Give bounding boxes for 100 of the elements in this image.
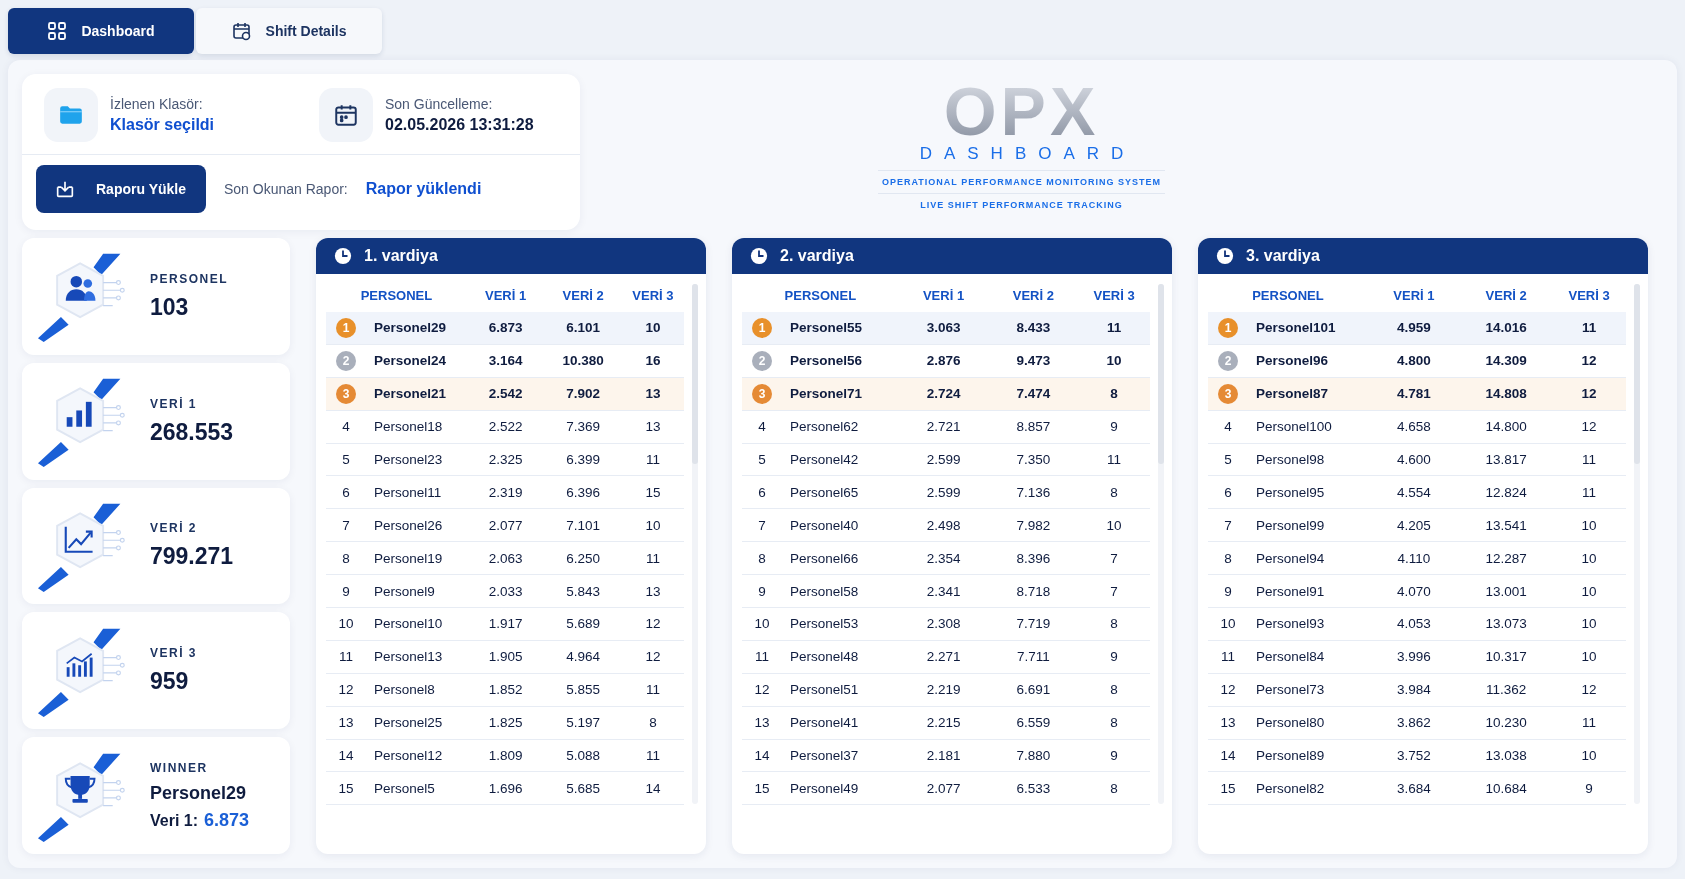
name-cell-text: Personel100 xyxy=(1255,419,1332,435)
folder-value: Klasör seçildi xyxy=(110,116,215,134)
table-cell: 9.473 xyxy=(1016,353,1051,369)
rank-cell: 15 xyxy=(338,780,354,796)
stat-value: 959 xyxy=(150,668,190,696)
name-cell-text: Personel24 xyxy=(373,353,447,369)
table-cell: 4.600 xyxy=(1397,452,1431,467)
upload-report-button[interactable]: Raporu Yükle xyxy=(36,165,206,213)
rank-cell: 10 xyxy=(754,616,770,632)
table-cell: 10 xyxy=(1581,616,1597,632)
rank-cell: 7 xyxy=(1224,517,1232,533)
rank-medal: 1 xyxy=(1218,317,1238,338)
name-cell-text: Personel26 xyxy=(373,517,443,533)
rank-cell: 7 xyxy=(758,517,766,533)
rank-cell: 11 xyxy=(755,649,769,665)
rank-cell: 15 xyxy=(754,780,770,796)
rank-cell: 11 xyxy=(339,649,353,665)
table-cell: 10 xyxy=(1581,748,1597,763)
table-cell: 14 xyxy=(645,780,661,796)
scrollbar[interactable] xyxy=(1634,284,1640,804)
table-cell: 6.533 xyxy=(1016,780,1051,796)
table-cell: 13.817 xyxy=(1485,452,1527,467)
table-cell: 13.073 xyxy=(1485,616,1527,632)
table-cell: 1.852 xyxy=(488,682,523,698)
table-cell: 5.685 xyxy=(566,780,601,796)
table-cell: 4.959 xyxy=(1397,320,1431,336)
name-cell-text: Personel37 xyxy=(789,748,859,763)
table-cell: 2.077 xyxy=(488,517,523,533)
table-cell: 8 xyxy=(1110,386,1118,402)
table-cell: 4.781 xyxy=(1397,386,1431,402)
name-cell-text: Personel5 xyxy=(373,780,435,796)
table-cell: 1.825 xyxy=(488,715,523,731)
name-cell-text: Personel41 xyxy=(789,715,859,731)
table-cell: 7.369 xyxy=(566,419,601,435)
report-label: Son Okunan Rapor: xyxy=(224,181,348,197)
table-cell: 8 xyxy=(1110,616,1118,632)
table-cell: 8.396 xyxy=(1016,550,1051,566)
table-cell: 2.319 xyxy=(488,484,523,500)
table-cell: 14.016 xyxy=(1485,320,1527,336)
table-cell: 11 xyxy=(645,550,660,566)
rank-cell: 6 xyxy=(1224,484,1232,500)
logo-tagline: LIVE SHIFT PERFORMANCE TRACKING xyxy=(920,200,1123,210)
table-cell: 13 xyxy=(645,419,661,435)
table-cell: 7.902 xyxy=(566,386,601,402)
shift-title: 2. vardiya xyxy=(780,247,854,265)
column-header: VERİ 2 xyxy=(1485,287,1527,303)
table-cell: 10 xyxy=(645,320,661,336)
rank-cell: 10 xyxy=(1220,616,1236,632)
scrollbar[interactable] xyxy=(1158,284,1164,804)
rank-cell: 12 xyxy=(1220,682,1236,698)
name-cell-text: Personel89 xyxy=(1255,748,1325,763)
name-cell-text: Personel19 xyxy=(373,550,443,566)
table-cell: 11 xyxy=(645,748,660,763)
tab[interactable]: Shift Details xyxy=(196,8,382,54)
name-cell-text: Personel80 xyxy=(1255,715,1325,731)
report-value: Rapor yüklendi xyxy=(365,180,482,198)
table-cell: 3.862 xyxy=(1397,715,1431,731)
rank-cell: 8 xyxy=(342,550,350,566)
calendar-icon xyxy=(231,21,252,41)
table-cell: 10 xyxy=(645,517,661,533)
table-cell: 2.033 xyxy=(488,583,523,599)
table-cell: 11 xyxy=(1107,452,1122,467)
name-cell-text: Personel95 xyxy=(1255,484,1325,500)
rank-cell: 12 xyxy=(338,682,354,698)
folder-label: İzlenen Klasör: xyxy=(110,96,204,112)
rank-cell: 5 xyxy=(758,452,766,467)
table-cell: 2.341 xyxy=(926,583,961,599)
logo-word: DASHBOARD xyxy=(919,144,1136,164)
scrollbar[interactable] xyxy=(692,284,698,804)
name-cell-text: Personel29 xyxy=(373,320,447,336)
rank-cell: 9 xyxy=(758,583,766,599)
name-cell-text: Personel94 xyxy=(1255,550,1325,566)
rank-cell: 9 xyxy=(342,583,350,599)
table-cell: 10 xyxy=(1106,517,1122,533)
table-cell: 12 xyxy=(1581,353,1597,369)
table-cell: 15 xyxy=(645,484,661,500)
tab[interactable]: Dashboard xyxy=(8,8,194,54)
table-cell: 7.982 xyxy=(1016,517,1051,533)
table-cell: 7.711 xyxy=(1016,649,1050,665)
table-cell: 2.271 xyxy=(926,649,961,665)
table-cell: 12 xyxy=(1581,682,1597,698)
name-cell-text: Personel23 xyxy=(373,452,443,467)
name-cell-text: Personel91 xyxy=(1255,583,1325,599)
column-header: PERSONEL xyxy=(784,287,857,303)
table-cell: 10.317 xyxy=(1485,649,1527,665)
name-cell-text: Personel93 xyxy=(1255,616,1325,632)
name-cell-text: Personel18 xyxy=(373,419,443,435)
table-cell: 4.053 xyxy=(1397,616,1431,632)
rank-cell: 6 xyxy=(758,484,766,500)
table-cell: 8 xyxy=(1110,682,1118,698)
clock-icon xyxy=(1216,247,1234,265)
table-cell: 5.197 xyxy=(566,715,601,731)
table-cell: 8.433 xyxy=(1016,320,1051,336)
table-cell: 7.136 xyxy=(1016,484,1051,500)
rank-medal: 2 xyxy=(336,350,356,371)
table-cell: 13.541 xyxy=(1485,517,1527,533)
table-cell: 14.800 xyxy=(1485,419,1527,435)
table-cell: 11 xyxy=(1582,484,1597,500)
table-cell: 1.905 xyxy=(488,649,523,665)
table-cell: 8 xyxy=(1110,715,1118,731)
